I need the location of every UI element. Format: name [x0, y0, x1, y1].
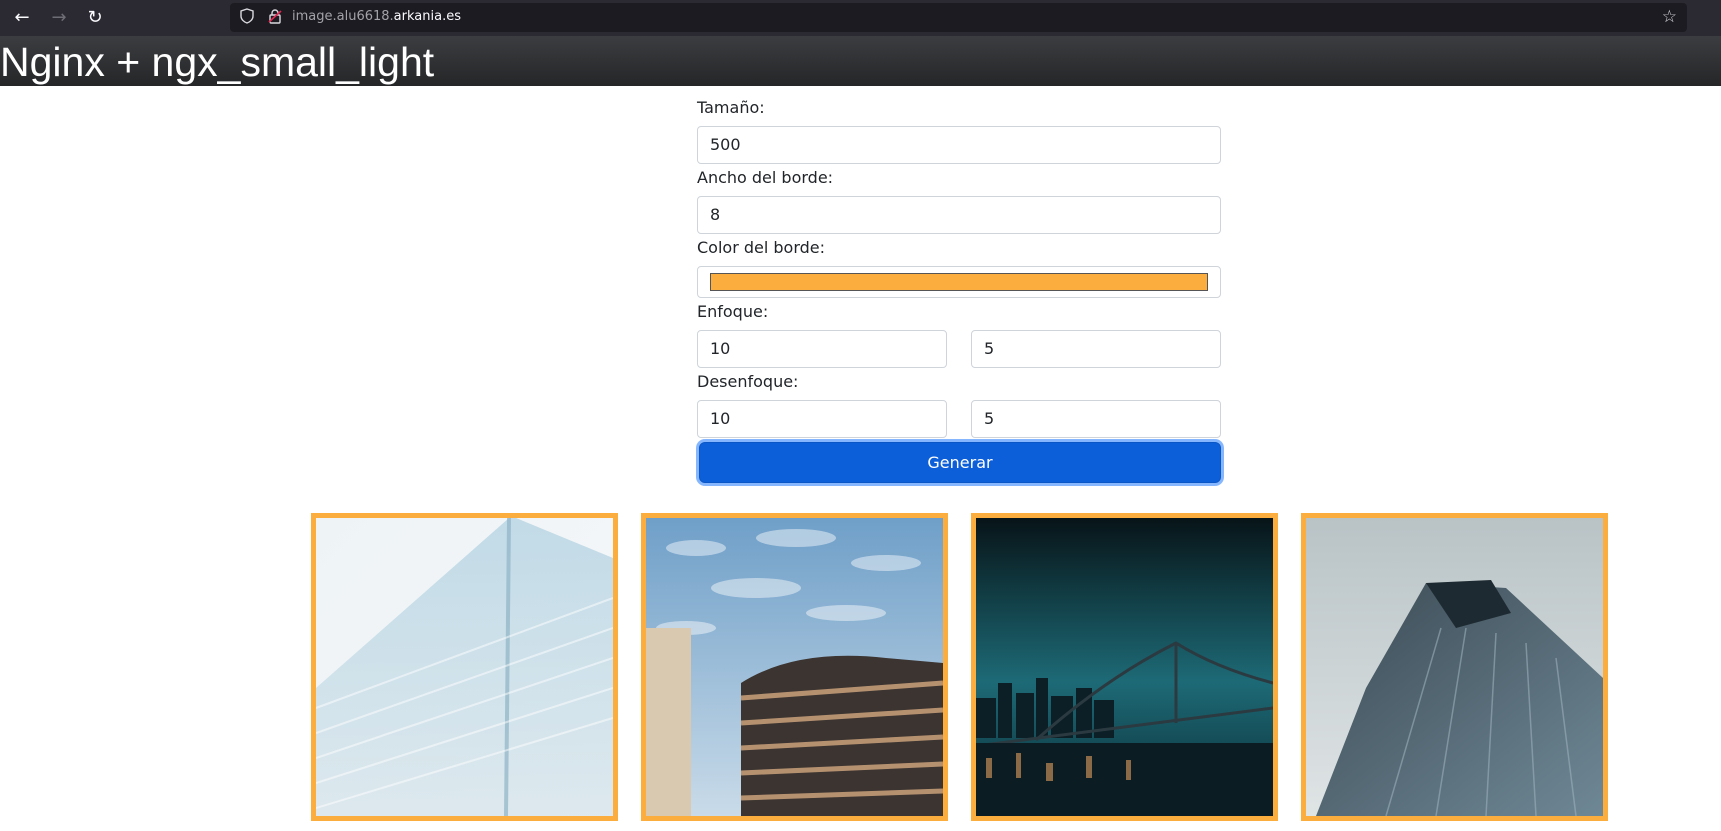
url-prefix: image.alu6618. [292, 9, 394, 24]
curved-building-sky-image [641, 513, 948, 821]
browser-toolbar: ← → ↻ image.alu6618.arkania.es ☆ [0, 0, 1721, 36]
sharpen-input-2[interactable]: 5 [971, 330, 1221, 368]
generate-button[interactable]: Generar [699, 442, 1221, 483]
size-label: Tamaño: [697, 98, 765, 117]
blur-input-1[interactable]: 10 [697, 400, 947, 438]
border-width-input[interactable]: 8 [697, 196, 1221, 234]
border-color-picker[interactable] [697, 266, 1221, 298]
page-header: Nginx + ngx_small_light [0, 36, 1721, 86]
blur-input-2[interactable]: 5 [971, 400, 1221, 438]
url-domain: arkania.es [393, 9, 461, 24]
border-width-label: Ancho del borde: [697, 168, 834, 187]
star-icon[interactable]: ☆ [1662, 7, 1677, 27]
white-glass-building-image [311, 513, 618, 821]
blur-label: Desenfoque: [697, 372, 799, 391]
color-swatch [710, 273, 1208, 291]
url-text[interactable]: image.alu6618.arkania.es [292, 9, 461, 24]
address-bar[interactable]: image.alu6618.arkania.es ☆ [230, 3, 1687, 32]
reload-icon[interactable]: ↻ [84, 7, 106, 29]
sharpen-input-1[interactable]: 10 [697, 330, 947, 368]
night-bridge-city-image [971, 513, 1278, 821]
sharpen-label: Enfoque: [697, 302, 769, 321]
size-input[interactable]: 500 [697, 126, 1221, 164]
back-icon[interactable]: ← [11, 7, 33, 29]
forward-icon[interactable]: → [48, 7, 70, 29]
lock-icon[interactable] [266, 8, 284, 26]
page-title: Nginx + ngx_small_light [0, 39, 435, 85]
shield-icon[interactable] [238, 8, 256, 26]
border-color-label: Color del borde: [697, 238, 826, 257]
angled-skyscraper-image [1301, 513, 1608, 821]
